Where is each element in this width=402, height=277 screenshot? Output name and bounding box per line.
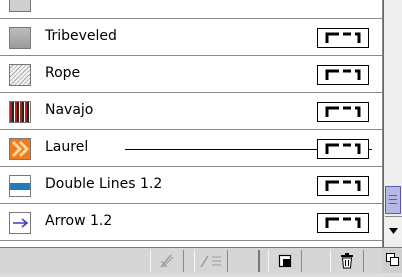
new-brush-button[interactable] [268, 250, 302, 272]
arrow-swatch [9, 212, 31, 234]
brush-options-icon [200, 255, 221, 268]
brush-list: Tribeveled Rope Navajo Laurel Double Lin… [0, 0, 383, 247]
resize-grip-icon [386, 253, 399, 266]
delete-brush-button[interactable] [330, 250, 364, 272]
rope-swatch [9, 64, 31, 86]
brush-name: Navajo [45, 102, 94, 118]
brush-name: Double Lines 1.2 [45, 176, 163, 192]
remove-brush-stroke-button[interactable] [150, 250, 184, 272]
panel-toolbar [0, 247, 402, 273]
laurel-swatch [9, 138, 31, 160]
brush-type-icon[interactable] [317, 213, 369, 233]
brush-type-icon[interactable] [317, 139, 369, 159]
trash-icon [341, 253, 353, 269]
list-item-laurel[interactable]: Laurel [0, 130, 382, 167]
brush-options-button[interactable] [194, 250, 228, 272]
brush-name: Rope [45, 65, 81, 81]
scroll-down-button[interactable] [385, 216, 402, 244]
brush-type-icon[interactable] [317, 176, 369, 196]
double-lines-swatch [9, 175, 31, 197]
brush-type-icon[interactable] [317, 102, 369, 122]
new-brush-icon [278, 254, 292, 268]
brush-type-icon[interactable] [317, 28, 369, 48]
navajo-swatch [9, 101, 31, 123]
brush-name: Laurel [45, 139, 89, 155]
list-item-double-lines[interactable]: Double Lines 1.2 [0, 167, 382, 204]
vertical-scrollbar[interactable] [383, 0, 402, 247]
brushes-panel: Tribeveled Rope Navajo Laurel Double Lin… [0, 0, 402, 273]
list-item-rope[interactable]: Rope [0, 56, 382, 93]
resize-grip[interactable] [383, 249, 402, 273]
brush-type-icon[interactable] [317, 65, 369, 85]
list-item-arrow[interactable]: Arrow 1.2 [0, 204, 382, 241]
chevron-down-icon [389, 228, 398, 234]
brush-name: Arrow 1.2 [45, 213, 113, 229]
list-item-navajo[interactable]: Navajo [0, 93, 382, 130]
scroll-thumb[interactable] [385, 186, 401, 214]
brush-name: Tribeveled [45, 28, 117, 44]
list-item-tribeveled[interactable]: Tribeveled [0, 19, 382, 56]
partial-swatch [9, 0, 31, 12]
tribeveled-swatch [9, 27, 31, 49]
list-row-partial[interactable] [0, 0, 382, 19]
remove-brush-stroke-icon [160, 254, 174, 268]
